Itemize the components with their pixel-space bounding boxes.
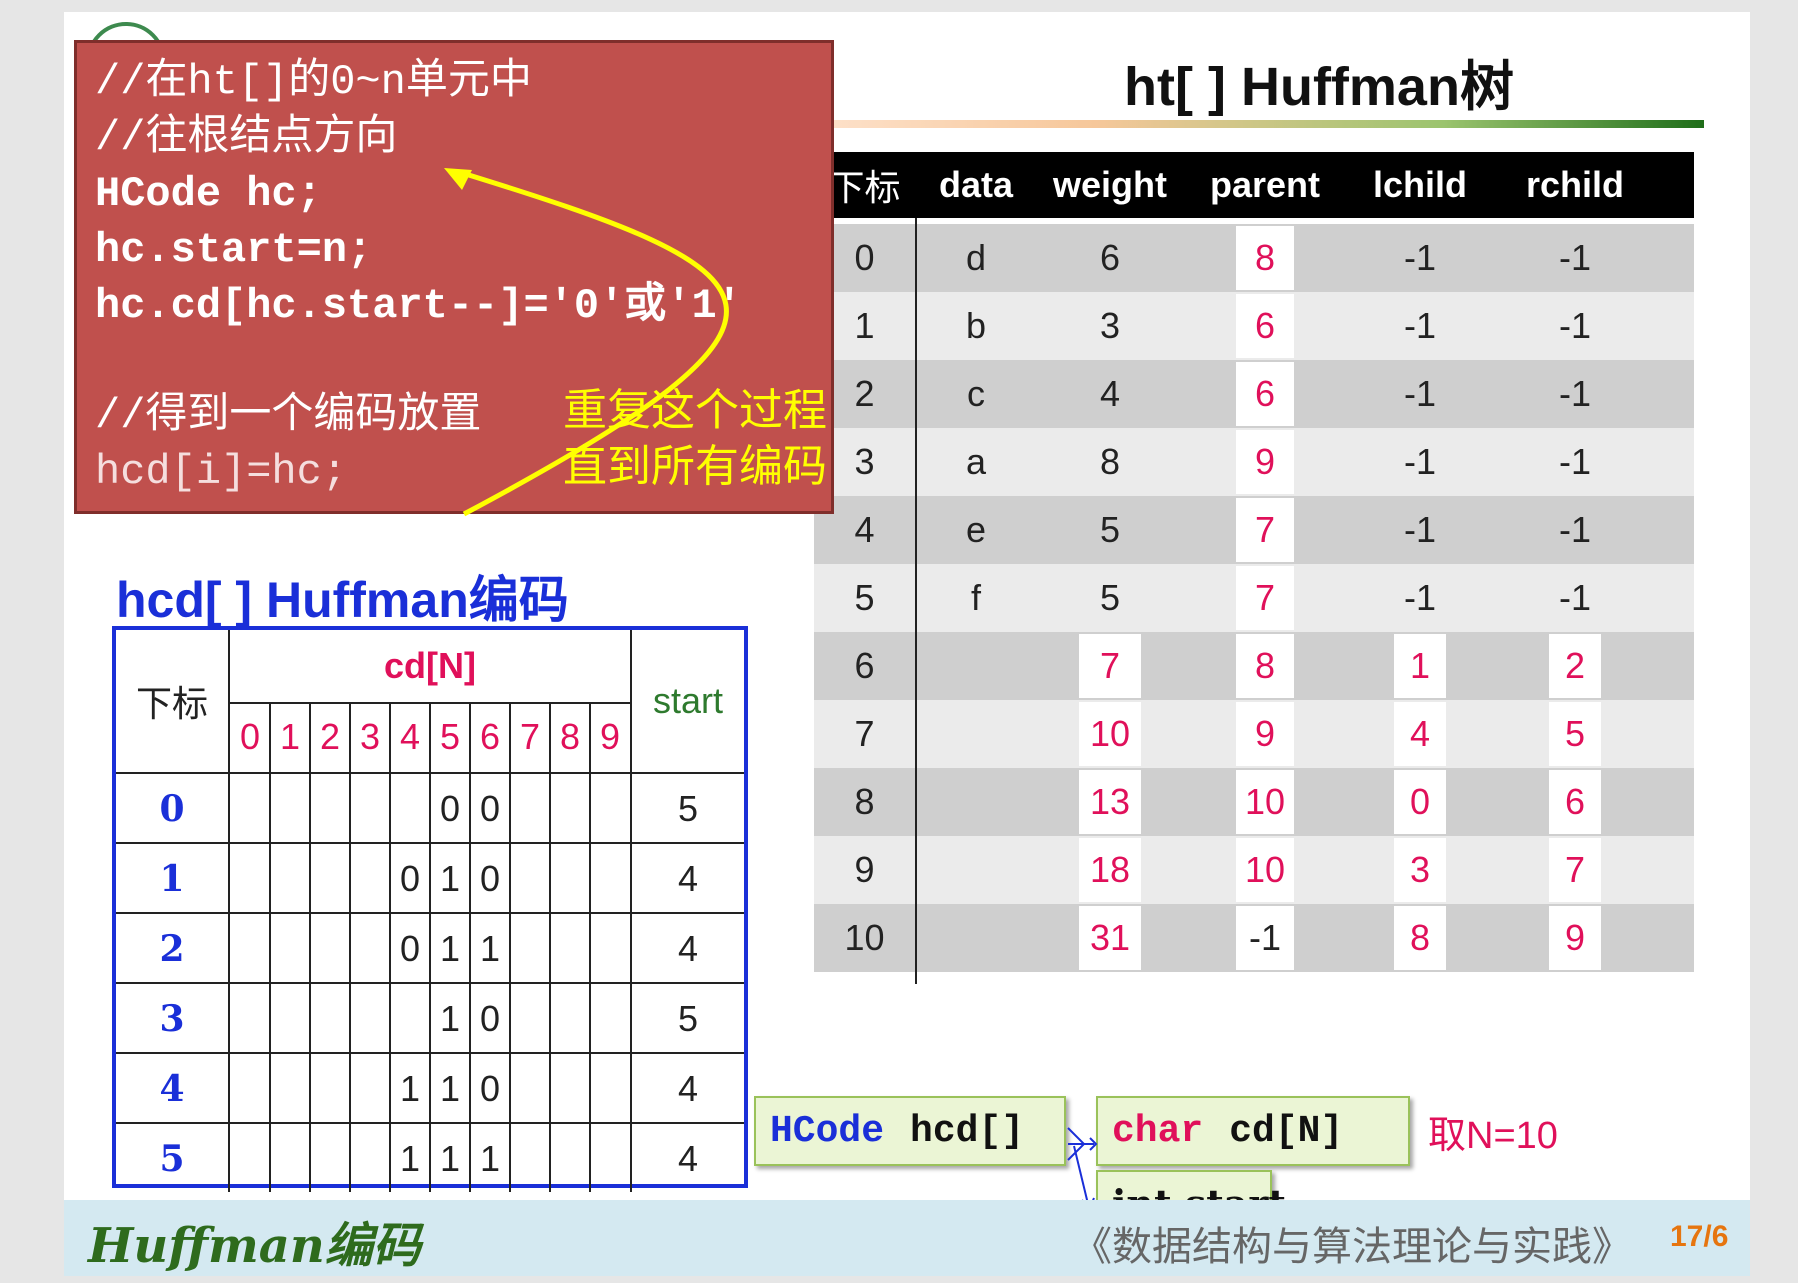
- hcd-row-start: 4: [677, 928, 699, 969]
- hcd-row-start: 5: [677, 788, 699, 829]
- hcd-cd-bit: [270, 844, 310, 914]
- hcd-row-index: 3: [159, 998, 185, 1040]
- hcd-cd-bit: 1: [399, 1138, 421, 1179]
- hcd-cd-bit: [510, 914, 550, 984]
- hcd-cd-bit: 1: [439, 928, 461, 969]
- hcd-cd-bit: [590, 844, 630, 914]
- n-note: 取N=10: [1428, 1115, 1558, 1157]
- hcd-cd-index: 0: [239, 716, 261, 757]
- hcd-cd-index: 6: [479, 716, 501, 757]
- hcd-row-start: 4: [677, 1068, 699, 1109]
- hcd-cd-bit: 1: [479, 1138, 501, 1179]
- hcd-cd-bit: [270, 1054, 310, 1124]
- hcd-cd-bit: [550, 914, 590, 984]
- hcd-cd-bit: [230, 774, 270, 844]
- hcd-cd-bit: [350, 774, 390, 844]
- hcd-cd-bit: [550, 984, 590, 1054]
- hcd-cd-bit: [350, 984, 390, 1054]
- hcd-cd-bit: [270, 984, 310, 1054]
- hcd-cd-bit: [510, 1054, 550, 1124]
- char-var: cd[N]: [1229, 1109, 1344, 1153]
- hcd-row-index: 2: [159, 928, 185, 970]
- hcd-header-index: 下标: [135, 683, 208, 724]
- footer-topic: Huffman编码: [88, 1218, 421, 1274]
- hcd-cd-bit: [270, 1124, 310, 1194]
- hcd-cd-bit: 0: [399, 858, 421, 899]
- hcd-header-start: start: [652, 680, 723, 721]
- hcd-cd-bit: [310, 844, 350, 914]
- hcode-var: hcd[]: [910, 1109, 1025, 1153]
- hcd-row-index: 0: [159, 788, 185, 830]
- hcd-cd-bit: [590, 774, 630, 844]
- hcd-cd-bit: [270, 914, 310, 984]
- hcd-cd-bit: [550, 1054, 590, 1124]
- hcd-cd-bit: [270, 774, 310, 844]
- slide: ht[ ] Huffman树 下标 data weight parent lchild r…: [64, 12, 1750, 1276]
- hcd-cd-bit: [230, 844, 270, 914]
- hcd-row-index: 1: [159, 858, 185, 900]
- hcd-cd-bit: [510, 844, 550, 914]
- hcd-cd-index: 8: [559, 716, 581, 757]
- hcd-cd-bit: 1: [479, 928, 501, 969]
- hcd-cd-bit: 0: [399, 928, 421, 969]
- hcd-cd-bit: [590, 914, 630, 984]
- hcd-cd-index: 3: [359, 716, 381, 757]
- hcd-header-cd: cd[N]: [384, 645, 476, 686]
- hcd-row-start: 5: [677, 998, 699, 1039]
- hcd-cd-bit: [350, 844, 390, 914]
- hcd-cd-bit: [590, 984, 630, 1054]
- hcd-cd-bit: [310, 914, 350, 984]
- hcd-cd-bit: [390, 984, 430, 1054]
- hcd-cd-bit: 1: [439, 858, 461, 899]
- hcd-row-start: 4: [677, 858, 699, 899]
- hcd-cd-bit: [310, 1124, 350, 1194]
- hcd-cd-bit: [390, 774, 430, 844]
- hcd-cd-bit: 1: [439, 1138, 461, 1179]
- hcd-cd-bit: [350, 914, 390, 984]
- hcd-cd-index: 5: [439, 716, 461, 757]
- hcd-cd-bit: [510, 984, 550, 1054]
- hcd-cd-bit: [230, 1054, 270, 1124]
- hcd-cd-bit: 0: [479, 1068, 501, 1109]
- hcd-cd-bit: [230, 984, 270, 1054]
- hcd-cd-index: 2: [319, 716, 341, 757]
- footer: Huffman编码 《数据结构与算法理论与实践》 17/6: [64, 1200, 1750, 1276]
- hcd-table: 下标 cd[N] start 0 1 2 3 4 5 6 7 8 9 0 0 0 5 1 0 1 0 4 2 0 1 1 4 3 1 0 5…: [112, 626, 748, 1192]
- hcd-row-index: 4: [159, 1068, 185, 1110]
- hcd-cd-bit: 1: [399, 1068, 421, 1109]
- hcd-cd-index: 4: [399, 716, 421, 757]
- hcd-cd-index: 9: [599, 716, 621, 757]
- hcd-cd-bit: [310, 984, 350, 1054]
- hcd-cd-bit: [350, 1124, 390, 1194]
- hcd-cd-bit: [230, 914, 270, 984]
- hcd-cd-bit: [590, 1054, 630, 1124]
- hcode-type: HCode: [770, 1109, 885, 1153]
- footer-book-title: 《数据结构与算法理论与实践》: [1072, 1224, 1632, 1270]
- hcd-cd-bit: 0: [479, 788, 501, 829]
- hcd-cd-bit: 1: [439, 1068, 461, 1109]
- hcd-cd-bit: 0: [479, 858, 501, 899]
- hcd-cd-bit: [550, 1124, 590, 1194]
- hcd-cd-bit: 1: [439, 998, 461, 1039]
- hcd-cd-bit: [310, 1054, 350, 1124]
- hcd-cd-bit: [550, 844, 590, 914]
- hcd-cd-index: 1: [279, 716, 301, 757]
- hcd-cd-bit: [310, 774, 350, 844]
- page-number: 17/6: [1670, 1220, 1729, 1253]
- hcd-cd-bit: [230, 1124, 270, 1194]
- hcode-box: HCode hcd[]: [754, 1096, 1066, 1166]
- hcd-row-start: 4: [677, 1138, 699, 1179]
- hcd-cd-bit: 0: [479, 998, 501, 1039]
- char-type: char: [1112, 1109, 1204, 1153]
- hcd-title: hcd[ ] Huffman编码: [116, 572, 569, 628]
- hcd-cd-index: 7: [519, 716, 541, 757]
- hcd-cd-bit: [510, 1124, 550, 1194]
- hcd-cd-bit: [550, 774, 590, 844]
- hcd-cd-bit: [590, 1124, 630, 1194]
- hcd-cd-bit: [510, 774, 550, 844]
- char-cd-box: char cd[N]: [1096, 1096, 1410, 1166]
- hcd-cd-bit: [350, 1054, 390, 1124]
- hcd-row-index: 5: [159, 1138, 185, 1180]
- hcd-cd-bit: 0: [439, 788, 461, 829]
